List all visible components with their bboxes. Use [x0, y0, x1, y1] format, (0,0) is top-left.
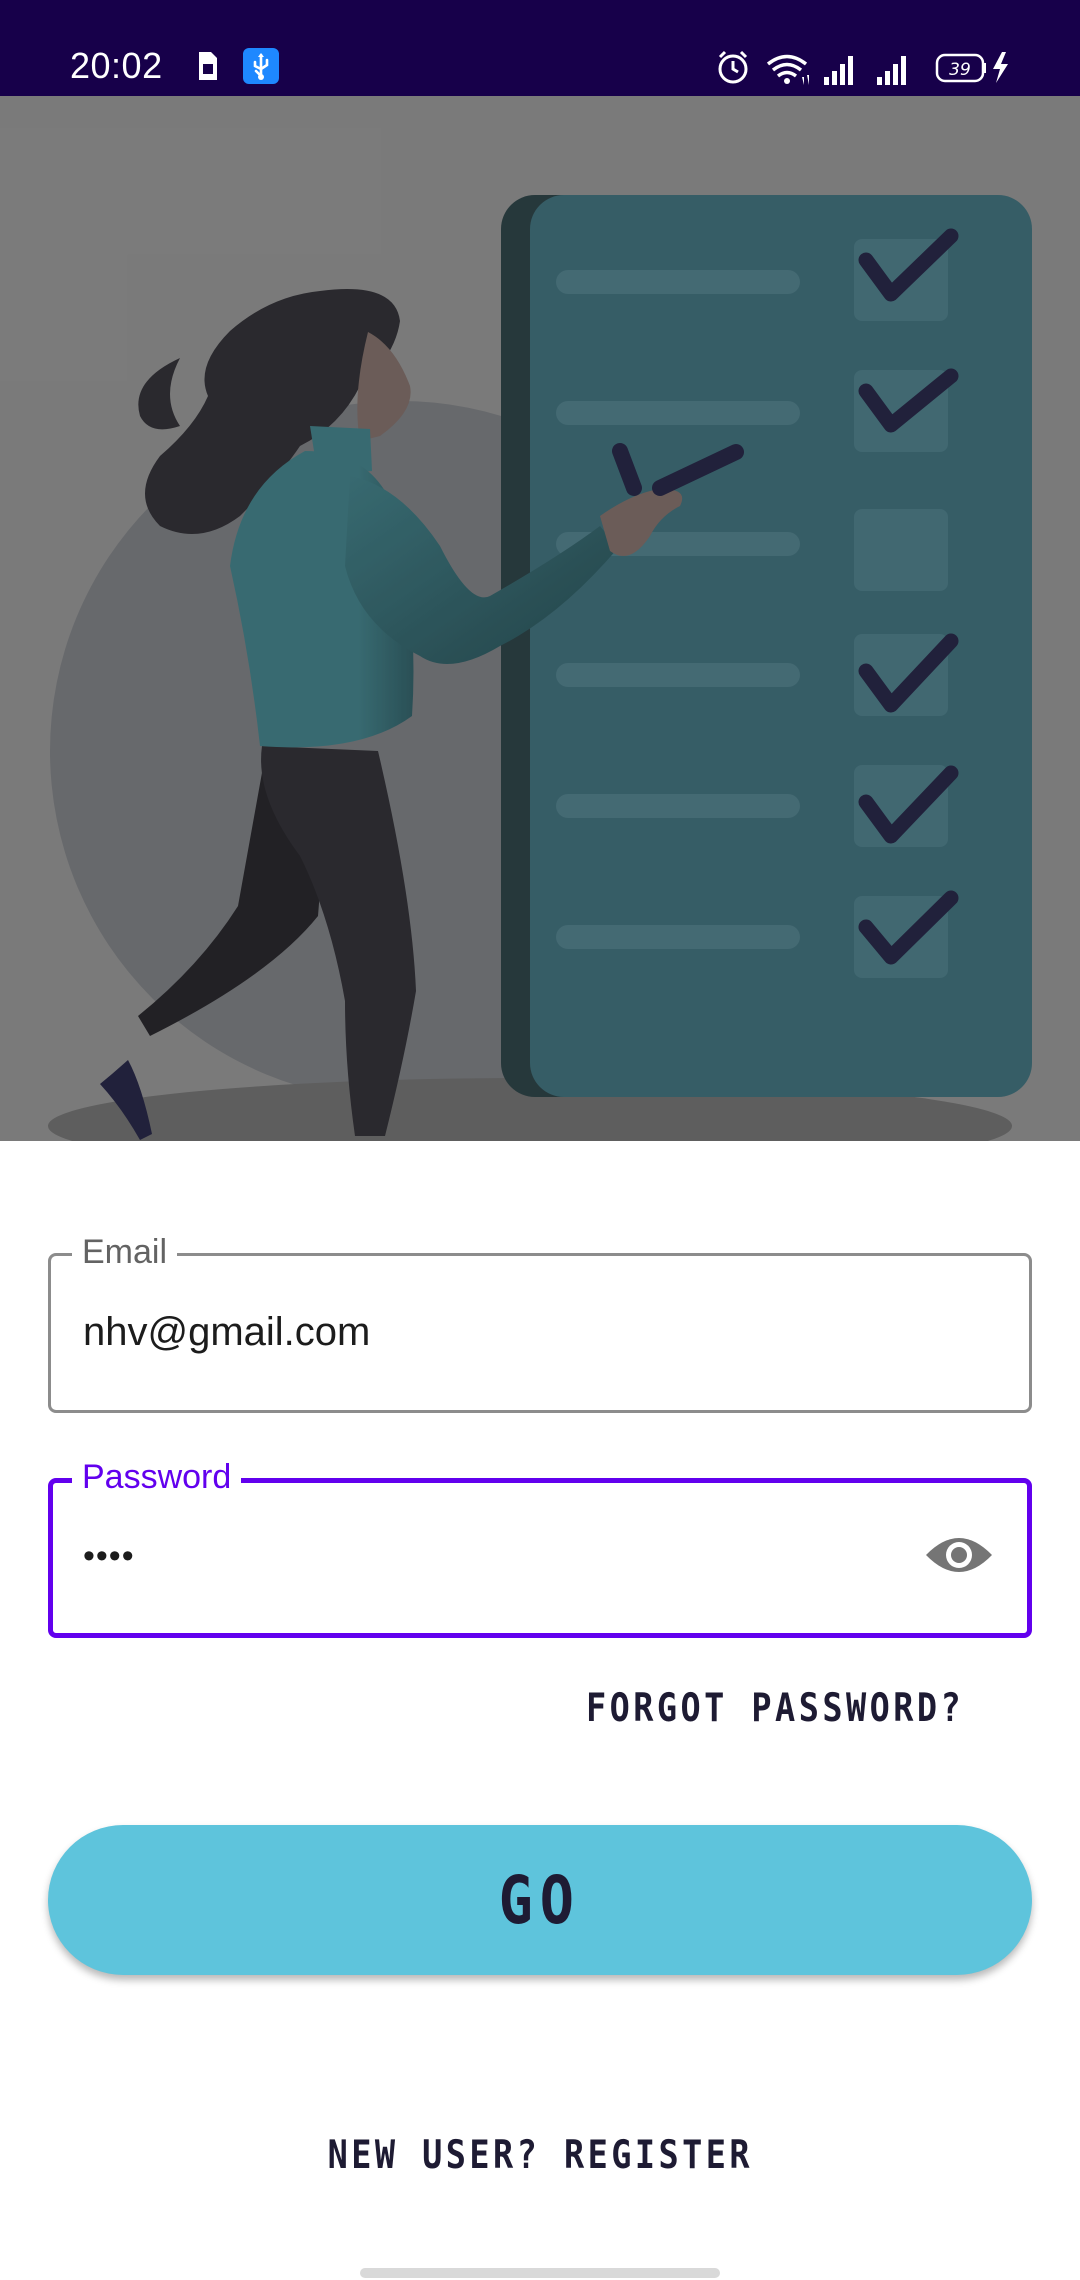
charging-bolt-icon [993, 52, 1008, 83]
woman-checklist-illustration [0, 96, 1080, 1141]
wifi-icon [766, 54, 809, 85]
password-field-outline [48, 1478, 1032, 1638]
status-bar: 20:02 39 [0, 0, 1080, 96]
status-time: 20:02 [70, 45, 163, 86]
eye-icon[interactable] [924, 1525, 994, 1585]
email-label: Email [72, 1232, 178, 1272]
signal-icon [824, 56, 853, 85]
home-indicator[interactable] [360, 2268, 720, 2278]
hero-illustration [0, 96, 1080, 1141]
email-field[interactable]: Email nhv@gmail.com [48, 1232, 1032, 1413]
password-field[interactable]: Password •••• [48, 1457, 1032, 1638]
signal-icon [877, 56, 906, 85]
usb-debugging-icon [243, 48, 279, 84]
email-input-value[interactable]: nhv@gmail.com [83, 1306, 370, 1358]
go-button[interactable]: GO [48, 1825, 1032, 1975]
battery-icon: 39 [935, 53, 986, 83]
dim-overlay [0, 96, 1080, 1141]
battery-level-text: 39 [949, 60, 971, 80]
go-button-label: GO [498, 1861, 582, 1939]
register-link-label: NEW USER? REGISTER [327, 2133, 753, 2178]
forgot-password-link[interactable]: FORGOT PASSWORD? [586, 1684, 964, 1734]
status-icons-right: 39 [718, 50, 1008, 85]
register-link[interactable]: NEW USER? REGISTER [0, 2131, 1080, 2181]
sim-card-icon [199, 52, 217, 80]
password-input-value[interactable]: •••• [83, 1530, 135, 1582]
alarm-icon [718, 50, 748, 84]
password-label: Password [72, 1457, 242, 1497]
status-icons-left [199, 48, 279, 84]
